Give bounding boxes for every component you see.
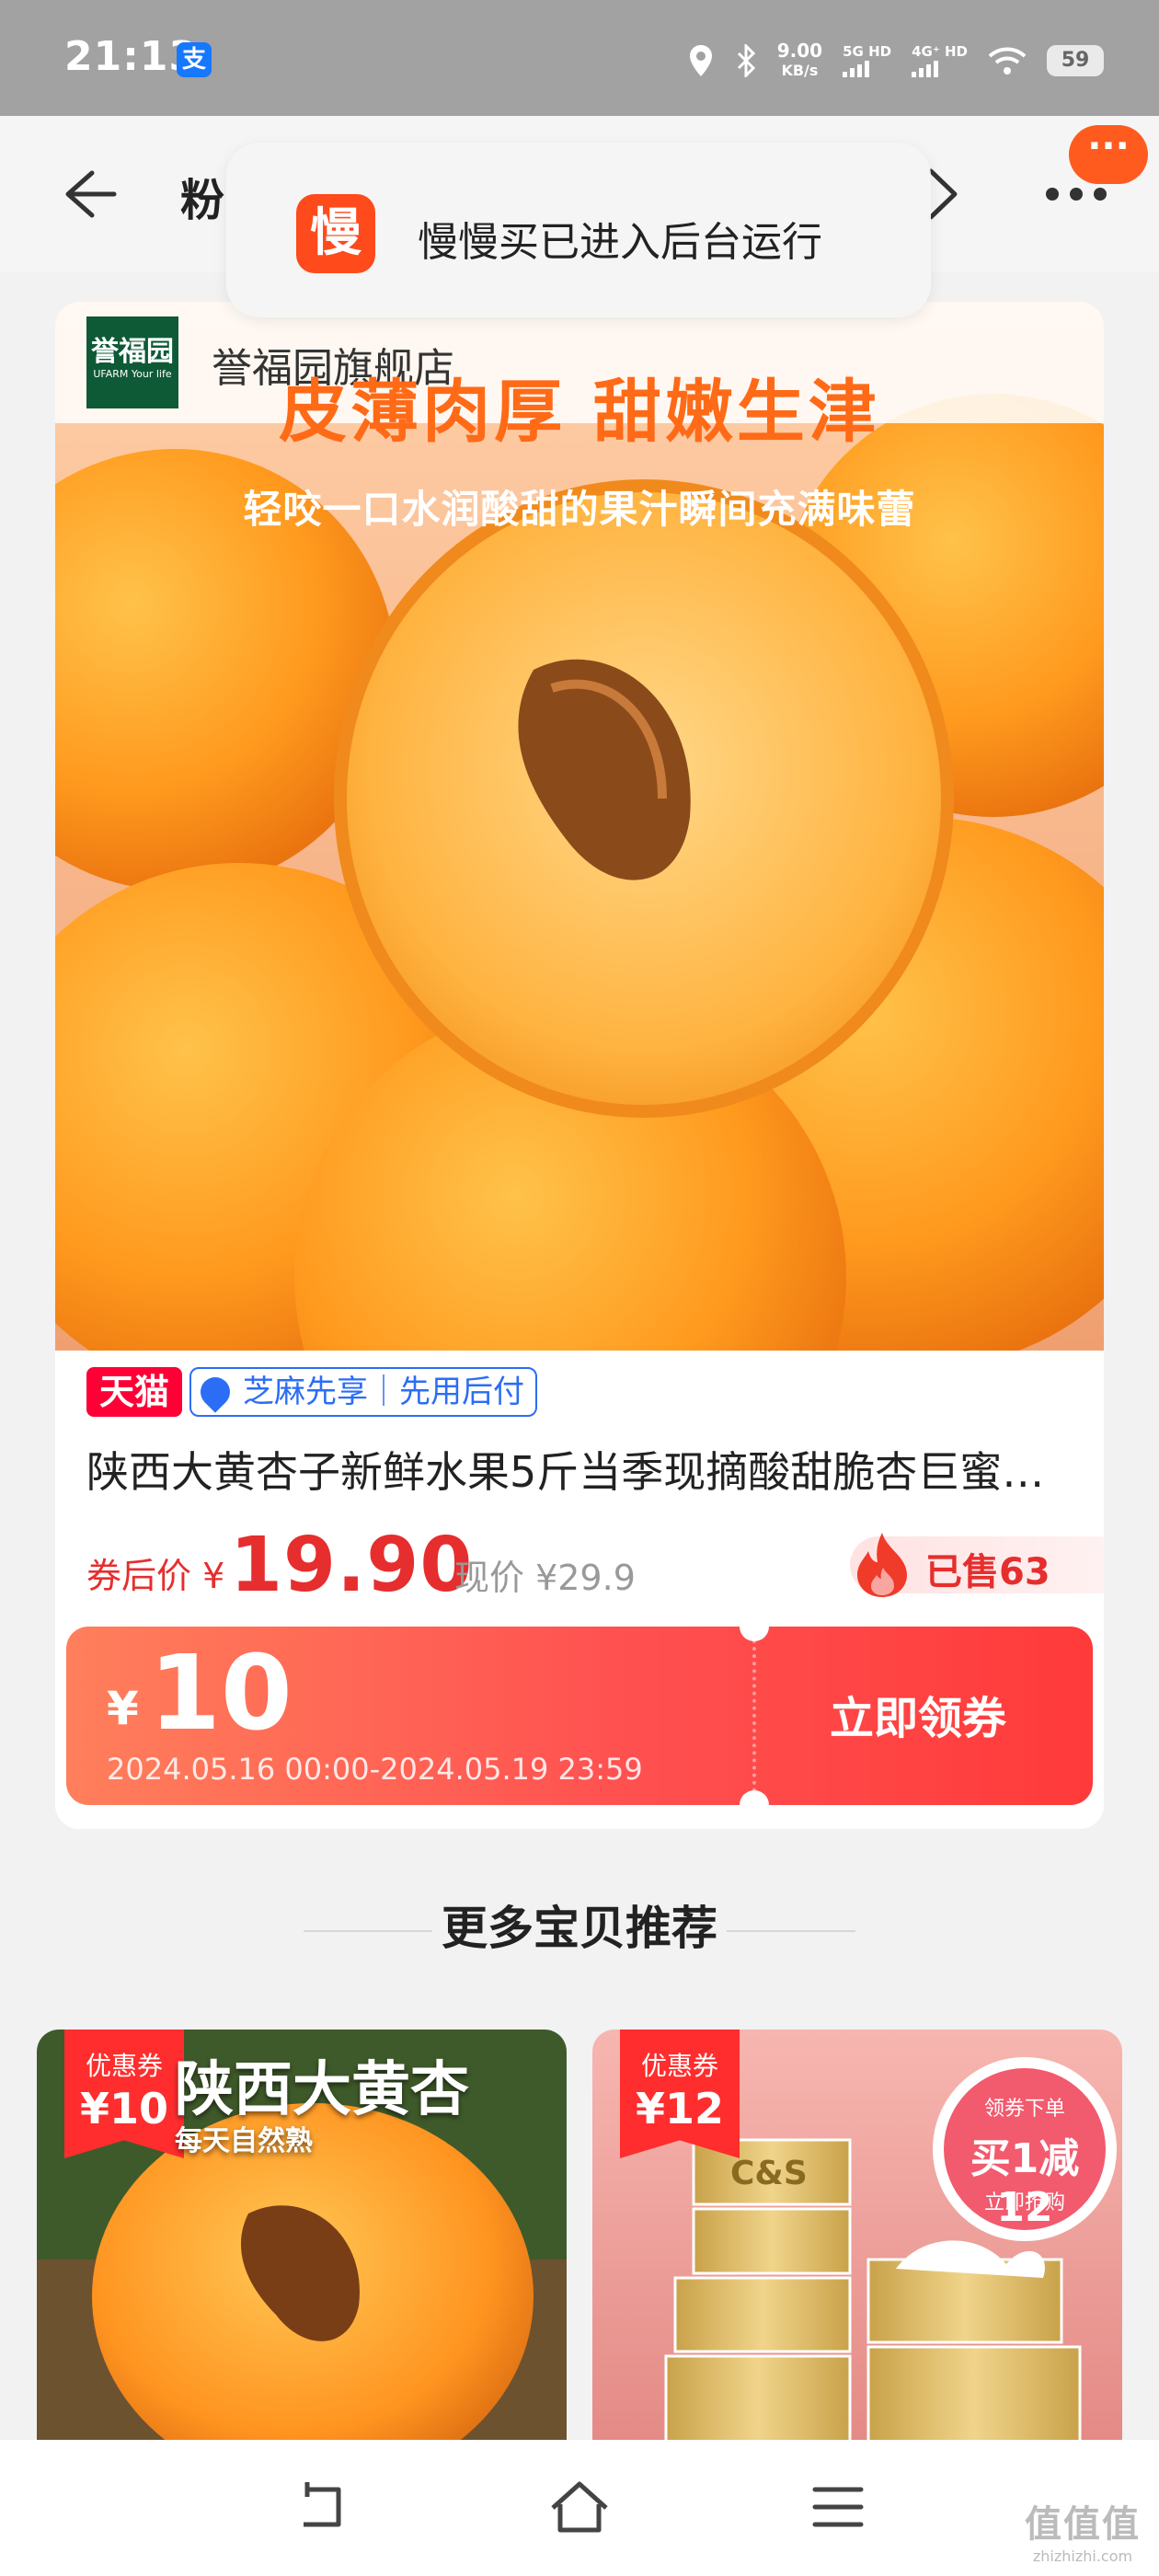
promo-bottom-text: 立即抢购 [983,2191,1065,2214]
recommend-item[interactable]: 优惠券 ¥12 C&S 领券下单 买1减12 立即抢购 [592,2030,1122,2444]
network-speed-unit: KB/s [781,62,819,79]
coupon-amount: 10 [149,1634,293,1754]
back-arrow-icon[interactable] [55,162,120,226]
brand-logo: C&S [730,2155,808,2192]
coupon-banner[interactable]: ¥ 10 2024.05.16 00:00-2024.05.19 23:59 立… [66,1612,1093,1820]
product-tags: 天猫 芝麻先享｜先用后付 [86,1365,538,1419]
home-icon[interactable] [547,2477,612,2537]
coupon-valid-period: 2024.05.16 00:00-2024.05.19 23:59 [107,1752,643,1787]
recommend-image-title: 陕西大黄杏 [175,2056,469,2124]
product-image[interactable] [55,302,1104,1351]
zhima-drop-icon [194,1371,236,1413]
coupon-divider [752,1639,756,1792]
flame-icon [857,1533,907,1597]
signal-5g: 5G HD [843,44,891,77]
recommend-coupon-amount: ¥10 [79,2084,169,2133]
promo-top-text: 领券下单 [983,2098,1065,2121]
signal-bars-icon [843,59,891,77]
sold-count: 已售63 [925,1551,1050,1593]
signal-5g-label: 5G HD [843,43,892,60]
watermark-logo: 值值值 [1025,2503,1141,2546]
claim-coupon-button[interactable]: 立即领券 [830,1682,1006,1746]
product-title[interactable]: 陕西大黄杏子新鲜水果5斤当季现摘酸甜脆杏巨蜜… [86,1439,1073,1500]
wifi-icon [988,47,1027,75]
image-headline: 皮薄肉厚 甜嫩生津 [279,373,880,452]
background-running-toast: 慢 慢慢买已进入后台运行 [226,143,931,317]
status-bar: 21:13 支 9.00 KB/s 5G HD 4G⁺ HD 59 [0,0,1159,116]
image-subline: 轻咬一口水润酸甜的果汁瞬间充满味蕾 [243,487,916,532]
recommend-coupon-amount: ¥12 [635,2084,725,2133]
toast-message: 慢慢买已进入后台运行 [418,219,822,266]
app-logo-icon: 慢 [296,194,375,273]
watermark-url: zhizhizhi.com [1032,2547,1133,2565]
alipay-notification-icon: 支 [177,42,212,77]
recommend-item[interactable]: 优惠券 ¥10 陕西大黄杏 每天自然熟 [37,2030,567,2444]
bluetooth-icon [737,44,755,77]
signal-bars-icon [912,59,968,77]
location-icon [689,45,712,76]
recommend-heading: 更多宝贝推荐 [442,1902,717,1955]
menu-icon[interactable] [806,2477,870,2537]
recommend-image-subtitle: 每天自然熟 [175,2125,313,2157]
signal-4g-label: 4G⁺ HD [912,43,968,60]
network-speed: 9.00 KB/s [777,40,822,81]
system-nav-bar: 值值值 zhizhizhi.com [0,2440,1159,2576]
back-icon[interactable] [291,2477,355,2537]
coupon-notch-bottom [740,1790,769,1820]
price-label: 券后价 ¥ [86,1556,225,1596]
battery-icon: 59 [1047,45,1104,76]
recommend-coupon-label: 优惠券 [640,2051,718,2081]
coupon-notch-top [740,1612,769,1641]
price-row: 券后价 ¥ 19.90 现价 ¥29.9 已售63 [86,1516,1104,1609]
recommend-coupon-label: 优惠券 [85,2051,163,2081]
zhima-credit-badge: 芝麻先享｜先用后付 [189,1367,538,1417]
original-price: 现价 ¥29.9 [454,1558,636,1598]
message-bubble-button[interactable]: ··· [1069,125,1148,184]
network-speed-value: 9.00 [776,40,823,62]
tmall-badge: 天猫 [86,1367,183,1417]
recommend-coupon-badge: 优惠券 ¥12 [620,2030,740,2158]
product-card: 誉福园 UFARM Your life 誉福园旗舰店 皮薄肉厚 甜嫩生津 轻咬一… [55,302,1104,1829]
sold-count-badge: 已售63 [850,1533,1104,1597]
zhima-badge-label: 芝麻先享｜先用后付 [243,1374,525,1410]
coupon-price: 19.90 [230,1522,474,1609]
heading-rule-right [727,1930,855,1932]
watermark: 值值值 zhizhizhi.com [1025,2494,1141,2565]
page-title: 粉 [180,175,225,226]
recommend-coupon-badge: 优惠券 ¥10 [64,2030,184,2158]
signal-4g: 4G⁺ HD [912,44,968,77]
coupon-currency: ¥ [107,1682,139,1735]
